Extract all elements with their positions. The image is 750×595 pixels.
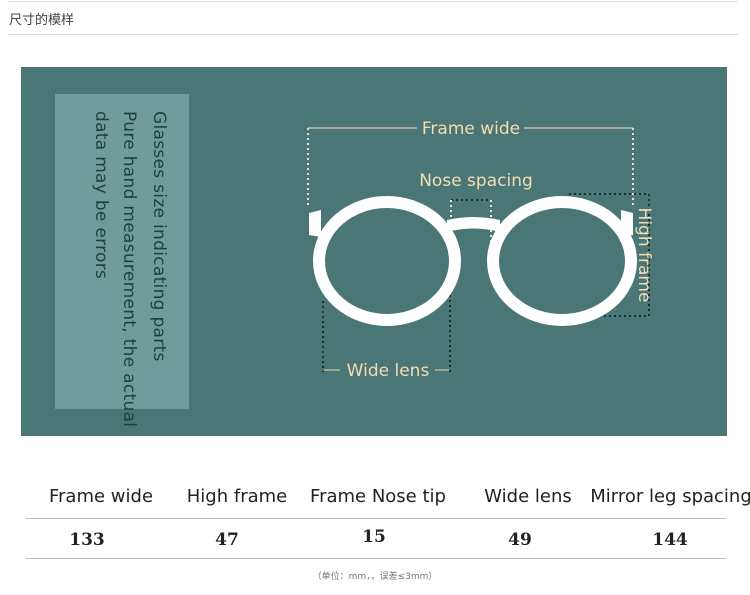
nose-spacing-dimension: Nose spacing (419, 171, 533, 242)
column-header-high-frame: High frame (186, 486, 288, 507)
column-header-frame-wide: Frame wide (48, 486, 154, 507)
table-header-divider (26, 518, 726, 519)
frame-wide-label: Frame wide (422, 119, 520, 139)
top-divider-upper (8, 1, 738, 2)
decorative-tab (287, 438, 458, 452)
value-frame-wide: 133 (69, 530, 105, 550)
nose-spacing-label: Nose spacing (419, 171, 533, 191)
glasses-illustration: Frame wide Nose spacing High frame Wide … (307, 119, 654, 381)
glasses-size-diagram: Glasses size indicating parts Pure hand … (21, 67, 727, 436)
table-bottom-divider (26, 558, 726, 559)
glasses-frame (309, 196, 637, 326)
column-header-wide-lens: Wide lens (484, 486, 572, 507)
unit-footnote: （单位：mm，，误差≤3mm） (312, 572, 438, 582)
value-frame-nose-tip: 15 (362, 527, 386, 547)
title-divider (8, 34, 738, 35)
value-high-frame: 47 (215, 530, 239, 550)
section-title: 尺寸的模样 (9, 13, 75, 28)
wide-lens-label: Wide lens (347, 361, 430, 381)
column-header-mirror-leg-spacing: Mirror leg spacing (590, 486, 750, 507)
column-header-frame-nose-tip: Frame Nose tip (310, 486, 446, 507)
value-wide-lens: 49 (508, 530, 532, 550)
value-mirror-leg-spacing: 144 (652, 530, 688, 550)
high-frame-label: High frame (634, 208, 654, 303)
